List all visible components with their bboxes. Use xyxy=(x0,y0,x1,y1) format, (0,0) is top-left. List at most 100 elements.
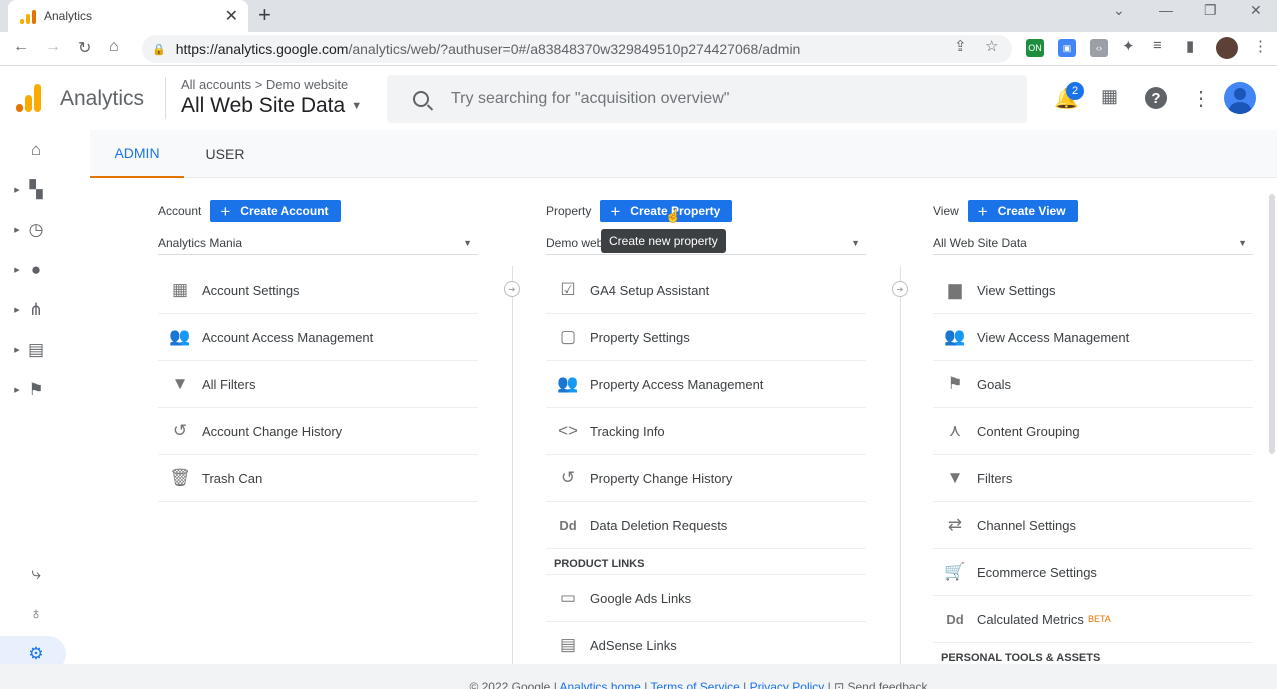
history-icon: ↺ xyxy=(560,468,576,487)
property-change-history-item[interactable]: ↺ Property Change History xyxy=(546,455,866,502)
media-icon[interactable]: ≡ xyxy=(1153,37,1162,54)
all-filters-item[interactable]: ▼ All Filters xyxy=(158,361,478,408)
apps-grid-icon[interactable]: ▦ xyxy=(1101,86,1118,107)
nav-acquisition[interactable]: ▶ ⋔ xyxy=(8,292,66,328)
dropdown-arrow-icon: ▼ xyxy=(1238,237,1247,248)
nav-behavior[interactable]: ▶ ▤ xyxy=(8,332,66,368)
google-ads-links-item[interactable]: ▭ Google Ads Links xyxy=(546,575,866,622)
nav-conversions[interactable]: ▶ ⚑ xyxy=(8,372,66,408)
restore-icon[interactable]: ❐ xyxy=(1204,2,1217,19)
expand-icon: ▶ xyxy=(14,267,20,274)
new-tab-icon[interactable]: + xyxy=(258,2,271,28)
account-change-history-item[interactable]: ↺ Account Change History xyxy=(158,408,478,455)
extensions-puzzle-icon[interactable]: ✦ xyxy=(1122,37,1135,55)
breadcrumb[interactable]: All accounts > Demo website xyxy=(181,77,348,92)
view-access-management-item[interactable]: 👥 View Access Management xyxy=(933,314,1253,361)
view-settings-item[interactable]: ▆ View Settings xyxy=(933,267,1253,314)
tag-assistant-extension-icon[interactable]: ON xyxy=(1026,39,1044,57)
app-name: Analytics xyxy=(60,87,145,110)
back-icon[interactable]: ← xyxy=(13,38,29,56)
reload-icon[interactable]: ↻ xyxy=(78,38,91,58)
terms-link[interactable]: Terms of Service xyxy=(650,680,739,689)
close-window-icon[interactable]: ✕ xyxy=(1250,2,1262,19)
analytics-favicon-icon xyxy=(20,8,36,24)
browser-menu-icon[interactable]: ⋮ xyxy=(1253,37,1268,55)
tab-user[interactable]: USER xyxy=(184,130,266,178)
account-access-management-item[interactable]: 👥 Account Access Management xyxy=(158,314,478,361)
nav-discover[interactable]: ♁ xyxy=(8,596,66,632)
adsense-links-item[interactable]: ▤ AdSense Links xyxy=(546,622,866,664)
nav-realtime[interactable]: ▶ ◷ xyxy=(8,212,66,248)
view-selector-dropdown[interactable]: All Web Site Data ▼ xyxy=(933,231,1253,255)
tab-admin[interactable]: ADMIN xyxy=(90,130,184,178)
browser-tabbar: Analytics ✕ + ⌄ — ❐ ✕ xyxy=(0,0,1277,32)
nav-attribution[interactable]: ⤷ xyxy=(8,556,66,592)
content-grouping-item[interactable]: ⋏ Content Grouping xyxy=(933,408,1253,455)
tab-title: Analytics xyxy=(44,9,93,23)
search-box[interactable] xyxy=(387,75,1027,123)
ecommerce-settings-item[interactable]: 🛒 Ecommerce Settings xyxy=(933,549,1253,596)
more-options-icon[interactable]: ⋮ xyxy=(1191,86,1211,111)
layout-icon: ▢ xyxy=(559,327,577,346)
nav-home[interactable]: ⌂ xyxy=(8,132,66,168)
side-panel-icon[interactable]: ▮ xyxy=(1186,37,1194,55)
checklist-icon: ☑ xyxy=(560,280,576,299)
filters-item[interactable]: ▼ Filters xyxy=(933,455,1253,502)
browser-tab[interactable]: Analytics ✕ xyxy=(8,0,248,32)
view-label: View xyxy=(933,204,959,218)
building-icon: ▦ xyxy=(171,280,189,299)
expand-icon: ▶ xyxy=(14,227,20,234)
share-icon[interactable]: ⇪ xyxy=(954,37,967,55)
adsense-icon: ▤ xyxy=(559,635,577,654)
account-settings-item[interactable]: ▦ Account Settings xyxy=(158,267,478,314)
help-icon[interactable]: ? xyxy=(1145,87,1167,109)
channel-settings-item[interactable]: ⇄ Channel Settings xyxy=(933,502,1253,549)
cart-icon: 🛒 xyxy=(944,562,966,581)
expand-icon: ▶ xyxy=(14,387,20,394)
behavior-icon: ▤ xyxy=(27,340,45,359)
privacy-link[interactable]: Privacy Policy xyxy=(750,680,825,689)
personal-tools-heading: PERSONAL TOOLS & ASSETS xyxy=(933,643,1253,664)
bookmark-star-icon[interactable]: ☆ xyxy=(985,37,998,55)
create-property-tooltip: Create new property xyxy=(601,229,726,253)
analytics-home-link[interactable]: Analytics home xyxy=(559,680,640,689)
nav-audience[interactable]: ▶ ● xyxy=(8,252,66,288)
send-feedback-link[interactable]: Send feedback xyxy=(847,680,927,689)
account-selector[interactable]: Analytics Mania ▼ xyxy=(158,231,478,255)
dd-icon: Dd xyxy=(559,517,577,533)
account-column: Account + Create Account Analytics Mania ▼… xyxy=(158,200,478,502)
extension-icon[interactable]: ▣ xyxy=(1058,39,1076,57)
data-deletion-requests-item[interactable]: Dd Data Deletion Requests xyxy=(546,502,866,549)
code-extension-icon[interactable]: ‹› xyxy=(1090,39,1108,57)
property-settings-item[interactable]: ▢ Property Settings xyxy=(546,314,866,361)
goals-item[interactable]: ⚑ Goals xyxy=(933,361,1253,408)
search-input[interactable] xyxy=(451,90,991,108)
create-view-button[interactable]: + Create View xyxy=(967,200,1078,222)
nav-customization[interactable]: ▶ ▚ xyxy=(8,172,66,208)
header-divider xyxy=(165,77,166,119)
view-selector[interactable]: All Web Site Data ▼ xyxy=(181,94,362,118)
property-access-management-item[interactable]: 👥 Property Access Management xyxy=(546,361,866,408)
tracking-info-item[interactable]: <> Tracking Info xyxy=(546,408,866,455)
minimize-icon[interactable]: — xyxy=(1159,2,1173,18)
home-icon[interactable]: ⌂ xyxy=(109,38,119,56)
people-icon: 👥 xyxy=(557,374,579,393)
trash-can-item[interactable]: 🗑 Trash Can xyxy=(158,455,478,502)
account-avatar[interactable] xyxy=(1224,82,1256,114)
home-icon: ⌂ xyxy=(30,140,42,159)
trash-icon: 🗑 xyxy=(169,468,191,487)
search-icon xyxy=(413,91,429,107)
ga4-setup-assistant-item[interactable]: ☑ GA4 Setup Assistant xyxy=(546,267,866,314)
tab-search-icon[interactable]: ⌄ xyxy=(1113,2,1125,19)
calculated-metrics-item[interactable]: Dd Calculated Metrics BETA xyxy=(933,596,1253,643)
profile-avatar[interactable] xyxy=(1216,37,1238,59)
forward-icon[interactable]: → xyxy=(45,38,61,56)
tab-close-icon[interactable]: ✕ xyxy=(225,6,238,26)
scrollbar[interactable] xyxy=(1269,194,1275,454)
hand-cursor-icon: ☝ xyxy=(665,208,682,223)
merge-icon: ⋏ xyxy=(948,421,962,440)
create-account-button[interactable]: + Create Account xyxy=(210,200,341,222)
address-bar[interactable]: 🔒 https://analytics.google.com/analytics… xyxy=(142,35,1012,63)
clock-icon: ◷ xyxy=(28,220,44,239)
product-links-heading: PRODUCT LINKS xyxy=(546,549,866,575)
